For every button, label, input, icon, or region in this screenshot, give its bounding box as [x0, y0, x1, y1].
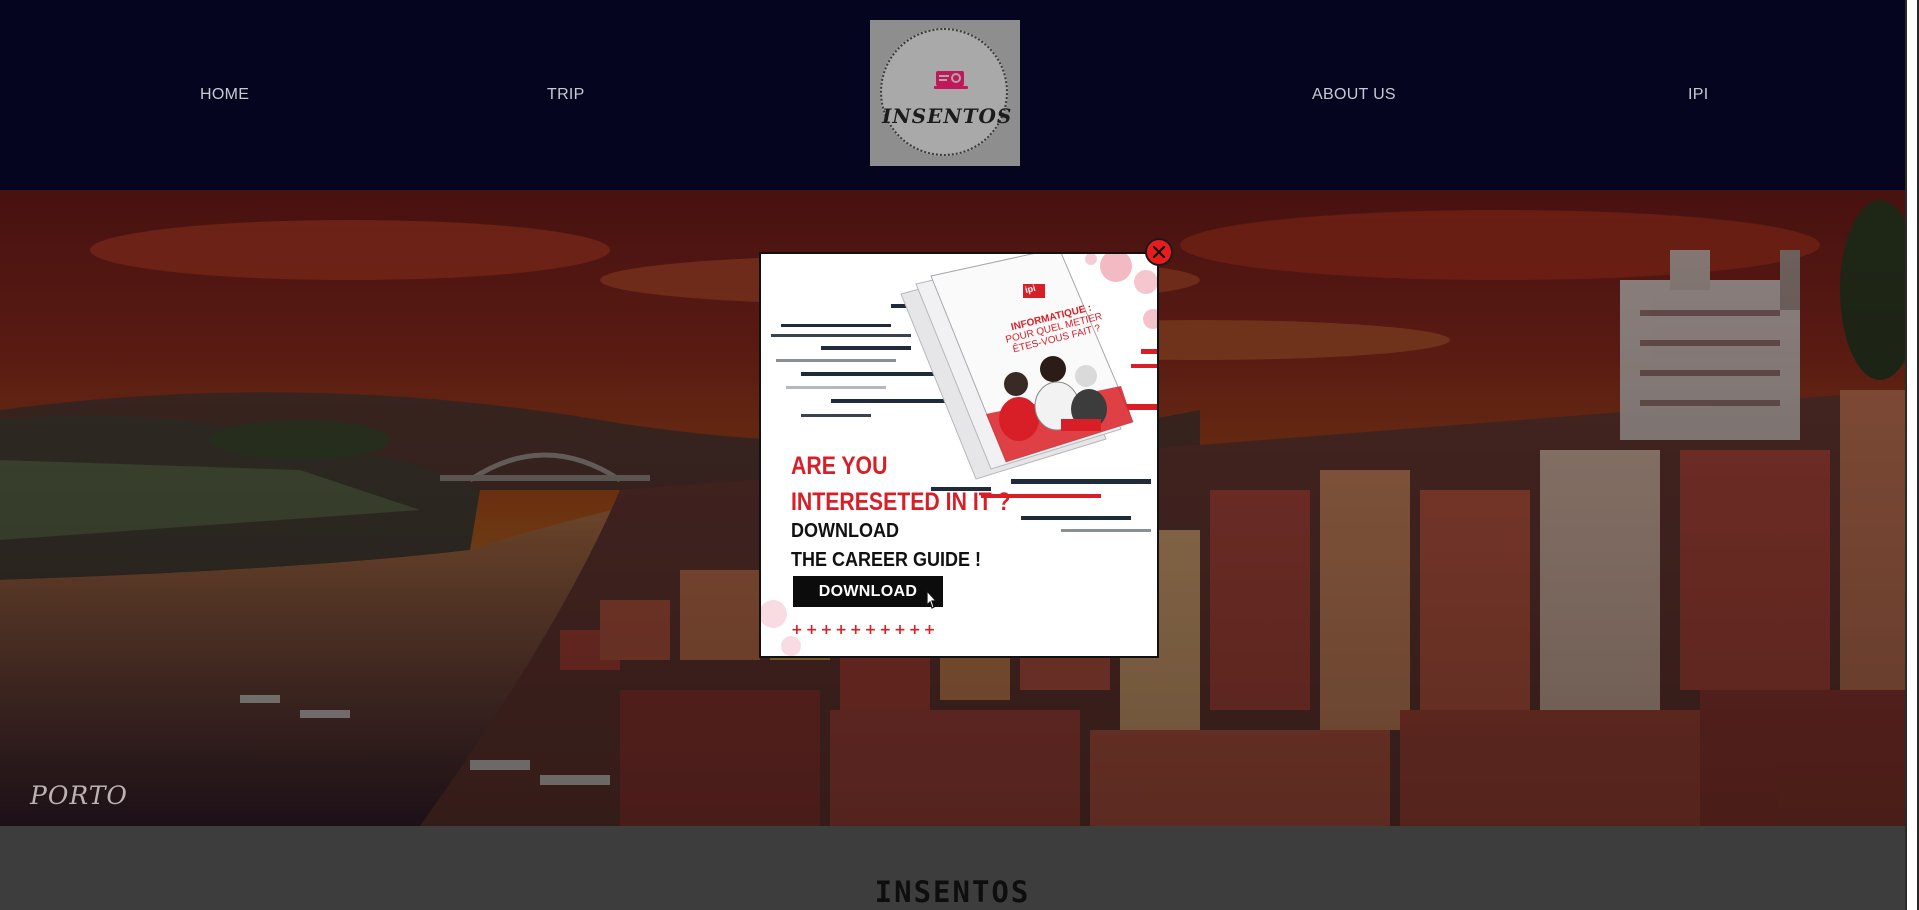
hero-caption: PORTO	[30, 781, 128, 810]
scrollbar-track[interactable]	[1905, 0, 1919, 910]
decorative-plus-row: ++++++++++	[791, 622, 939, 638]
site-header: HOME TRIP INSENTOS ABOUT US IPI	[0, 0, 1905, 190]
headline-line1: ARE YOU	[791, 452, 888, 480]
subline-career-guide: THE CAREER GUIDE !	[791, 549, 982, 571]
logo-text: INSENTOS	[882, 104, 1013, 128]
nav-ipi[interactable]: IPI	[1688, 86, 1708, 104]
cursor-icon	[926, 589, 938, 609]
nav-home[interactable]: HOME	[200, 86, 249, 104]
career-guide-popup: INFORMATIQUE : POUR QUEL METIER ÊTES-VOU…	[759, 252, 1159, 658]
close-icon	[1152, 245, 1166, 259]
scrollbar-thumb[interactable]	[1907, 0, 1917, 910]
site-logo[interactable]: INSENTOS	[870, 20, 1020, 166]
headline-line2: INTERESETED IN IT ?	[791, 488, 1011, 516]
nav-trip[interactable]: TRIP	[547, 86, 585, 104]
laptop-icon	[934, 71, 968, 89]
close-popup-button[interactable]	[1145, 238, 1173, 266]
subline-download: DOWNLOAD	[791, 520, 899, 542]
section-title: INSENTOS	[874, 875, 1031, 909]
nav-about-us[interactable]: ABOUT US	[1312, 86, 1396, 104]
logo-badge: INSENTOS	[880, 28, 1013, 156]
